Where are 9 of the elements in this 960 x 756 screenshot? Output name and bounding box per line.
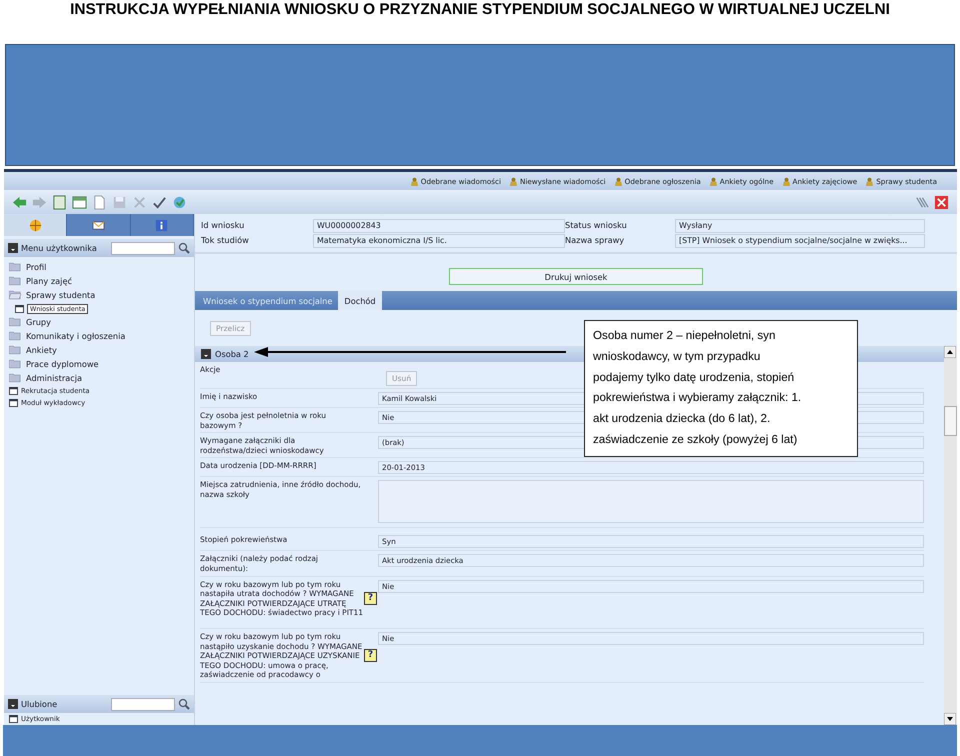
field-label: Status wniosku bbox=[565, 219, 628, 232]
field-label: Nazwa sprawy bbox=[565, 234, 626, 247]
document-title: INSTRUKCJA WYPEŁNIANIA WNIOSKU O PRZYZNANIE STYPENDIUM SOCJALNEGO W WIRTUALNEJ UCZELNI bbox=[69, 0, 891, 20]
field-label: Tok studiów bbox=[201, 234, 250, 247]
field-label: Id wniosku bbox=[201, 219, 246, 232]
favorites-title: Ulubione bbox=[21, 699, 58, 709]
menu-title: Menu użytkownika bbox=[21, 243, 97, 253]
annotation-tooltip: Osoba numer 2 – niepełnoletni, syn wnioskodawcy, w tym przypadku podajemy tylko datę urodzenia, stopień pokrewieństwa i wybieramy załącznik: 1. akt urodzenia dziecka (do 6 lat), 2. zaświadczenie ze szkoły (powyżej 6 lat) bbox=[584, 320, 858, 457]
section-title: Osoba 2 bbox=[215, 349, 249, 359]
